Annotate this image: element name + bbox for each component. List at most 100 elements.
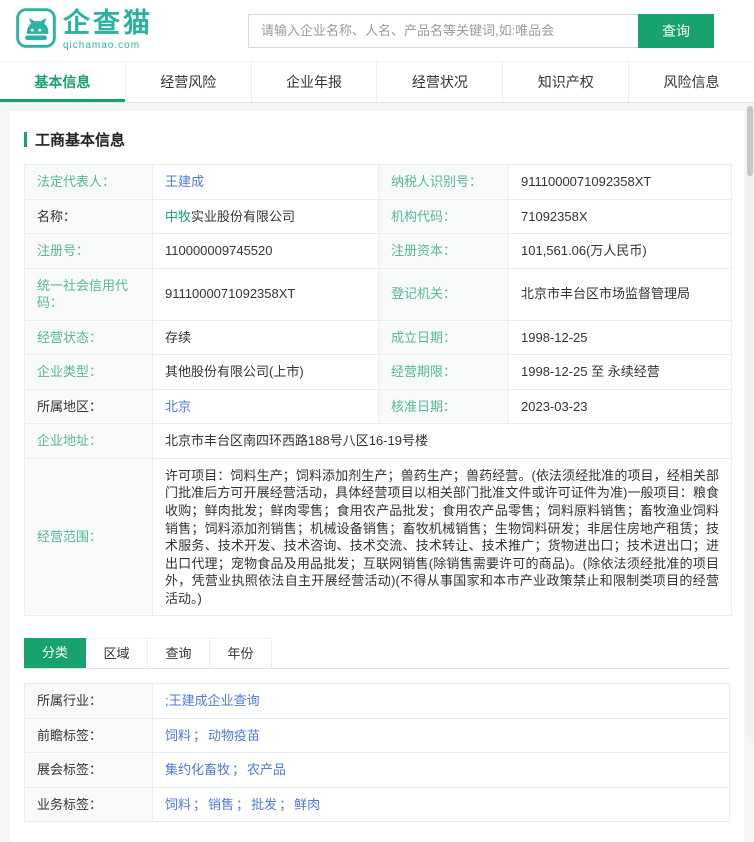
search-button[interactable]: 查询 [638, 13, 714, 48]
content-area: 工商基本信息 法定代表人： 王建成 纳税人识别号： 91110000710923… [0, 103, 754, 842]
field-value: 1998-12-25 至 永续经营 [508, 354, 732, 390]
field-value: 王建成 [152, 164, 379, 200]
tag-link[interactable]: 销售 [208, 797, 234, 812]
tab-risk-info[interactable]: 风险信息 [628, 62, 754, 102]
tag-link[interactable]: 农产品 [247, 762, 286, 777]
company-name-value: 中牧实业股份有限公司 [152, 198, 379, 235]
scrollbar-thumb[interactable] [747, 106, 753, 176]
field-label: 纳税人识别号： [378, 164, 509, 200]
table-row: 经营范围： 许可项目：饲料生产；饲料添加剂生产；兽药生产；兽药经营。(依法须经批… [24, 457, 732, 617]
qichamao-logo[interactable]: 企查猫 qichamao.com [16, 8, 248, 53]
tags-table: 所属行业： ;王建成企业查询 前瞻标签： 饲料；动物疫苗 展会标签： 集约化畜牧… [24, 683, 730, 823]
tab-operating-status[interactable]: 经营状况 [376, 62, 502, 102]
field-value: 71092358X [508, 198, 732, 235]
field-value: 2023-03-23 [508, 388, 732, 425]
tag-separator: ； [279, 796, 293, 812]
tag-link[interactable]: 动物疫苗 [208, 728, 260, 743]
field-label: 展会标签： [24, 752, 153, 788]
business-info-table: 法定代表人： 王建成 纳税人识别号： 9111000071092358XT 名称… [24, 164, 732, 617]
table-row: 业务标签： 饲料；销售；批发；鲜肉 [24, 786, 730, 823]
tag-link[interactable]: 批发 [251, 797, 277, 812]
table-row: 展会标签： 集约化畜牧；农产品 [24, 752, 730, 788]
qichamao-cat-icon [16, 8, 56, 53]
table-row: 统一社会信用代码： 9111000071092358XT 登记机关： 北京市丰台… [24, 267, 732, 321]
field-value: 北京市丰台区市场监督管理局 [508, 267, 732, 321]
industry-link[interactable]: ;王建成企业查询 [165, 693, 260, 708]
field-value: 其他股份有限公司(上市) [152, 354, 379, 390]
table-row: 名称： 中牧实业股份有限公司 机构代码： 71092358X [24, 198, 732, 235]
field-label: 注册号： [24, 233, 153, 269]
tab-operating-risk[interactable]: 经营风险 [124, 62, 251, 102]
field-value: 9111000071092358XT [508, 164, 732, 200]
search-input[interactable] [248, 13, 638, 48]
field-value: 9111000071092358XT [152, 267, 379, 321]
keyword-highlight: 中牧 [165, 208, 192, 224]
table-row: 企业类型： 其他股份有限公司(上市) 经营期限： 1998-12-25 至 永续… [24, 354, 732, 390]
region-link[interactable]: 北京 [165, 399, 191, 414]
table-row: 所属行业： ;王建成企业查询 [24, 683, 730, 719]
green-bar-decoration [24, 132, 27, 147]
company-address-value: 北京市丰台区南四环西路188号八区16-19号楼 [152, 423, 732, 459]
section-title: 工商基本信息 [35, 132, 126, 149]
field-label: 经营状态： [24, 319, 153, 356]
tag-separator: ； [193, 727, 207, 743]
filter-tab-year[interactable]: 年份 [210, 638, 272, 669]
scrollbar-track[interactable] [746, 104, 754, 743]
tab-intellectual-property[interactable]: 知识产权 [502, 62, 628, 102]
field-label: 成立日期： [378, 319, 509, 356]
tag-link[interactable]: 集约化畜牧 [165, 762, 230, 777]
table-row: 企业地址： 北京市丰台区南四环西路188号八区16-19号楼 [24, 423, 732, 459]
field-label: 名称： [24, 198, 153, 235]
tag-link[interactable]: 鲜肉 [294, 797, 320, 812]
field-value: 集约化畜牧；农产品 [152, 752, 730, 788]
tag-separator: ； [236, 796, 250, 812]
table-row: 注册号： 110000009745520 注册资本： 101,561.06(万人… [24, 233, 732, 269]
field-label: 企业地址： [24, 423, 153, 459]
field-value: 存续 [152, 319, 379, 356]
field-label: 经营范围： [24, 457, 153, 617]
field-value: 饲料；动物疫苗 [152, 717, 730, 754]
table-row: 所属地区： 北京 核准日期： 2023-03-23 [24, 388, 732, 425]
field-label: 统一社会信用代码： [24, 267, 153, 321]
business-info-card: 工商基本信息 法定代表人： 王建成 纳税人识别号： 91110000710923… [10, 111, 744, 842]
field-label: 机构代码： [378, 198, 509, 235]
legal-representative-link[interactable]: 王建成 [165, 174, 204, 189]
field-label: 业务标签： [24, 786, 153, 823]
filter-tab-query[interactable]: 查询 [148, 638, 210, 669]
table-row: 法定代表人： 王建成 纳税人识别号： 9111000071092358XT [24, 164, 732, 200]
logo-domain: qichamao.com [63, 40, 141, 51]
filter-tab-region[interactable]: 区域 [86, 638, 148, 669]
field-value: 1998-12-25 [508, 319, 732, 356]
business-scope-value: 许可项目：饲料生产；饲料添加剂生产；兽药生产；兽药经营。(依法须经批准的项目，经… [152, 457, 732, 617]
field-label: 所属行业： [24, 683, 153, 719]
tab-basic-info[interactable]: 基本信息 [0, 62, 125, 102]
tag-separator: ； [193, 796, 207, 812]
section-header: 工商基本信息 [24, 129, 730, 150]
field-value: 北京 [152, 388, 379, 425]
field-label: 所属地区： [24, 388, 153, 425]
filter-tab-bar: 分类 区域 查询 年份 [24, 638, 730, 670]
main-nav: 基本信息 经营风险 企业年报 经营状况 知识产权 风险信息 [0, 62, 754, 103]
search-bar: 查询 [248, 13, 714, 48]
logo-text: 企查猫 [63, 8, 153, 38]
tab-annual-report[interactable]: 企业年报 [250, 62, 377, 102]
field-label: 注册资本： [378, 233, 509, 269]
field-label: 企业类型： [24, 354, 153, 390]
field-value: ;王建成企业查询 [152, 683, 730, 719]
field-label: 登记机关： [378, 267, 509, 321]
field-value: 110000009745520 [152, 233, 379, 269]
table-row: 前瞻标签： 饲料；动物疫苗 [24, 717, 730, 754]
header: 企查猫 qichamao.com 查询 [0, 0, 754, 62]
company-name-rest: 实业股份有限公司 [191, 208, 296, 224]
tag-link[interactable]: 饲料 [165, 728, 191, 743]
tags-section: 所属行业： ;王建成企业查询 前瞻标签： 饲料；动物疫苗 展会标签： 集约化畜牧… [24, 683, 730, 823]
field-label: 核准日期： [378, 388, 509, 425]
field-label: 前瞻标签： [24, 717, 153, 754]
field-label: 经营期限： [378, 354, 509, 390]
tag-separator: ； [232, 762, 246, 778]
table-row: 经营状态： 存续 成立日期： 1998-12-25 [24, 319, 732, 356]
tag-link[interactable]: 饲料 [165, 797, 191, 812]
filter-tab-category[interactable]: 分类 [24, 638, 86, 669]
field-value: 饲料；销售；批发；鲜肉 [152, 786, 730, 823]
field-label: 法定代表人： [24, 164, 153, 200]
